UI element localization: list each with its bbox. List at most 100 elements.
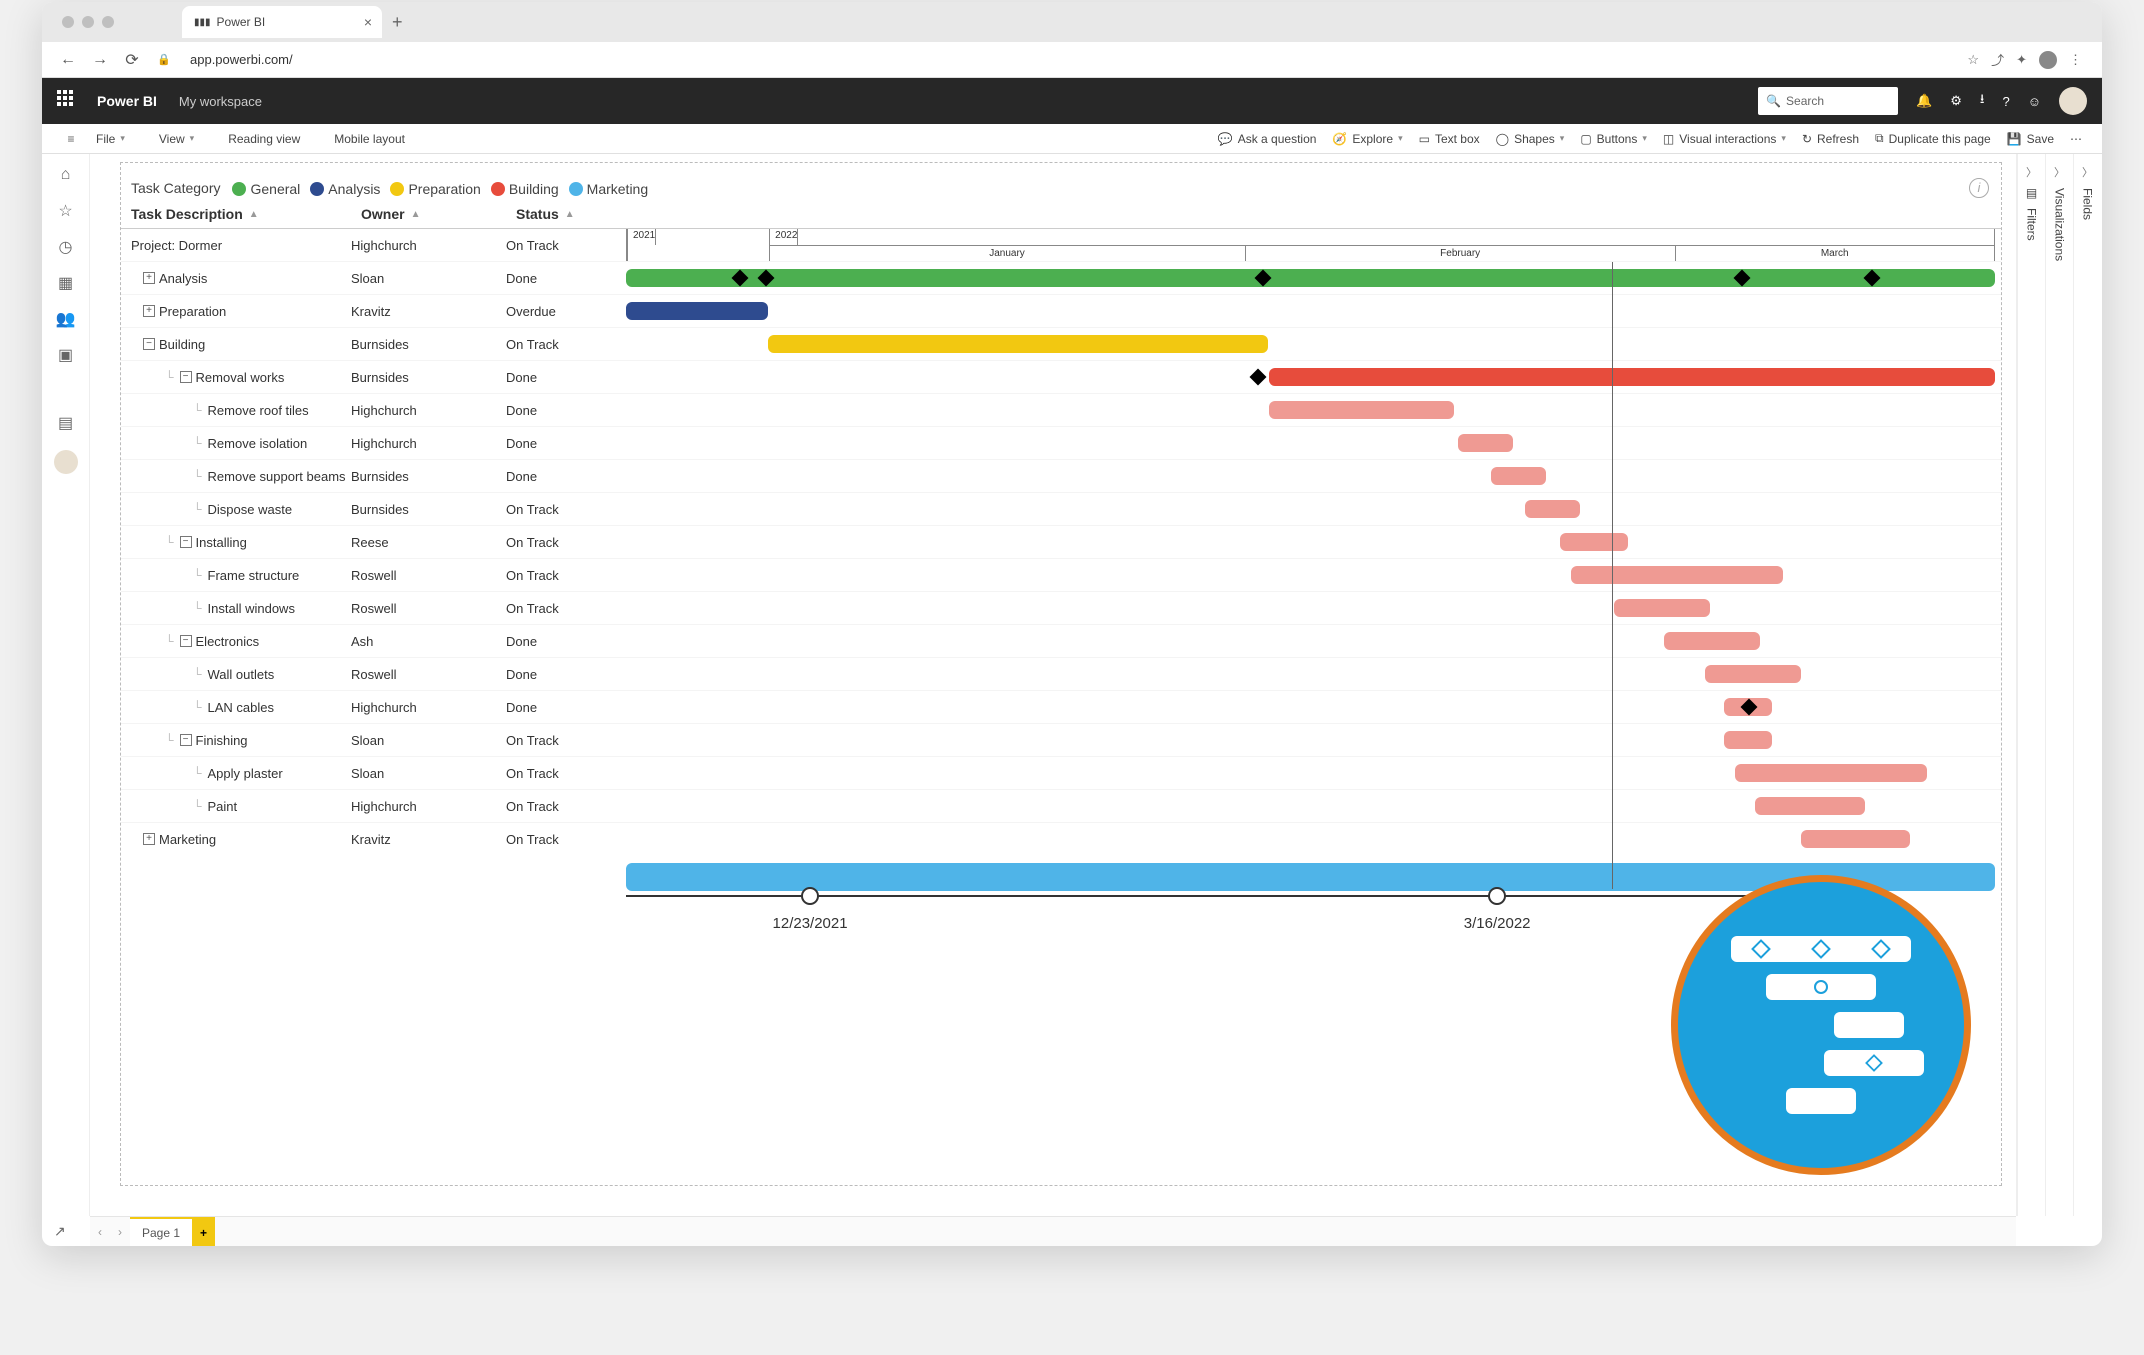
feedback-icon[interactable]: ☺ (2028, 94, 2041, 109)
browser-titlebar: ▮▮▮ Power BI × + (42, 2, 2102, 42)
gantt-bar[interactable] (1801, 830, 1911, 848)
shapes-menu[interactable]: ◯Shapes▾ (1488, 132, 1573, 146)
share-icon[interactable]: ⤴ (1991, 50, 2004, 69)
menu-icon[interactable]: ⋮ (2069, 52, 2082, 68)
task-row[interactable]: Project: DormerHighchurchOn Track (121, 228, 2001, 261)
expand-toggle[interactable]: − (143, 338, 155, 350)
explore-menu[interactable]: 🧭Explore▾ (1324, 132, 1410, 146)
legend-item[interactable]: Marketing (569, 181, 648, 197)
download-icon[interactable]: ⭳ (1980, 90, 1985, 112)
new-tab-button[interactable]: + (392, 12, 403, 33)
workspaces-icon[interactable]: ▣ (57, 346, 75, 364)
status-cell: On Track (506, 766, 616, 781)
more-menu[interactable]: ⋯ (2062, 132, 2090, 146)
gantt-bar[interactable] (1571, 566, 1783, 584)
legend-item[interactable]: Preparation (390, 181, 480, 197)
gantt-bar[interactable] (1560, 533, 1628, 551)
save-button[interactable]: 💾Save (1999, 132, 2062, 146)
profile-icon[interactable] (2039, 51, 2057, 69)
back-button[interactable]: ← (56, 51, 80, 69)
expand-toggle[interactable]: + (143, 833, 155, 845)
next-page-button[interactable]: › (110, 1225, 130, 1239)
task-name: Electronics (196, 634, 260, 649)
legend-item[interactable]: Analysis (310, 181, 380, 197)
mobile-layout-button[interactable]: Mobile layout (326, 132, 413, 146)
home-icon[interactable]: ⌂ (57, 166, 75, 184)
duplicate-page-button[interactable]: ⧉Duplicate this page (1867, 131, 1999, 146)
gantt-bar[interactable] (1269, 401, 1454, 419)
gantt-bar[interactable] (1724, 731, 1772, 749)
gantt-bar[interactable] (626, 269, 1995, 287)
gantt-bar[interactable] (1269, 368, 1995, 386)
star-icon[interactable]: ☆ (1967, 52, 1979, 68)
legend-item[interactable]: Building (491, 181, 559, 197)
status-cell: Done (506, 403, 616, 418)
view-menu[interactable]: View▾ (151, 132, 202, 146)
gantt-bar[interactable] (768, 335, 1268, 353)
visual-interactions-menu[interactable]: ◫Visual interactions▾ (1655, 132, 1794, 146)
extensions-icon[interactable]: ✦ (2016, 52, 2027, 68)
ask-question-button[interactable]: 💬Ask a question (1210, 132, 1325, 146)
gantt-bar[interactable] (1705, 665, 1801, 683)
rail-avatar[interactable] (54, 450, 78, 474)
browser-tab[interactable]: ▮▮▮ Power BI × (182, 6, 382, 38)
shared-icon[interactable]: 👥 (57, 310, 75, 328)
reload-button[interactable]: ⟳ (120, 50, 144, 70)
traffic-light-close[interactable] (62, 16, 74, 28)
col-task-header[interactable]: Task Description▲ (131, 206, 361, 222)
settings-icon[interactable]: ⚙ (1950, 93, 1962, 109)
buttons-menu[interactable]: ▢Buttons▾ (1572, 132, 1655, 146)
traffic-light-max[interactable] (102, 16, 114, 28)
expand-toggle[interactable]: − (180, 536, 192, 548)
workspace-crumb[interactable]: My workspace (179, 94, 262, 109)
slider-handle-to[interactable] (1488, 887, 1506, 905)
notifications-icon[interactable]: 🔔 (1916, 93, 1932, 109)
milestone-diamond[interactable] (1250, 369, 1267, 386)
reading-view-button[interactable]: Reading view (220, 132, 308, 146)
visual-container[interactable]: Task Category GeneralAnalysisPreparation… (120, 162, 2002, 1186)
apps-icon[interactable]: ▦ (57, 274, 75, 292)
gantt-bar[interactable] (1525, 500, 1580, 518)
info-icon[interactable]: i (1969, 178, 1989, 198)
expand-toggle[interactable]: + (143, 272, 155, 284)
col-owner-header[interactable]: Owner▲ (361, 206, 516, 222)
page-tab[interactable]: Page 1 (130, 1217, 192, 1246)
expand-nav-icon[interactable]: ↗ (54, 1223, 66, 1240)
status-cell: On Track (506, 502, 616, 517)
user-avatar[interactable] (2059, 87, 2087, 115)
forward-button[interactable]: → (88, 51, 112, 69)
url-text[interactable]: app.powerbi.com/ (190, 52, 1967, 67)
gantt-bar[interactable] (1755, 797, 1865, 815)
gantt-bar[interactable] (1491, 467, 1546, 485)
gantt-bar[interactable] (1458, 434, 1513, 452)
col-status-header[interactable]: Status▲ (516, 206, 626, 222)
gantt-bar[interactable] (1664, 632, 1760, 650)
app-brand[interactable]: Power BI (97, 93, 157, 109)
gantt-bar[interactable] (626, 302, 768, 320)
traffic-light-min[interactable] (82, 16, 94, 28)
expand-toggle[interactable]: − (180, 371, 192, 383)
visualizations-panel-collapsed[interactable]: 〉Visualizations (2045, 154, 2073, 1216)
file-menu[interactable]: File▾ (88, 132, 133, 146)
close-tab-icon[interactable]: × (364, 14, 372, 30)
gantt-bar[interactable] (1614, 599, 1710, 617)
expand-toggle[interactable]: − (180, 734, 192, 746)
help-icon[interactable]: ? (2002, 94, 2009, 109)
slider-handle-from[interactable] (801, 887, 819, 905)
recent-icon[interactable]: ◷ (57, 238, 75, 256)
add-page-button[interactable]: + (192, 1217, 215, 1246)
hamburger-icon[interactable]: ≡ (54, 132, 88, 146)
refresh-button[interactable]: ↻Refresh (1794, 132, 1867, 146)
expand-toggle[interactable]: + (143, 305, 155, 317)
app-launcher-icon[interactable] (57, 90, 79, 112)
gantt-bar[interactable] (1735, 764, 1927, 782)
textbox-button[interactable]: ▭Text box (1411, 132, 1488, 146)
fields-panel-collapsed[interactable]: 〉Fields (2073, 154, 2101, 1216)
deployment-icon[interactable]: ▤ (57, 414, 75, 432)
favorites-icon[interactable]: ☆ (57, 202, 75, 220)
legend-item[interactable]: General (232, 181, 300, 197)
search-input[interactable]: 🔍Search (1758, 87, 1898, 115)
prev-page-button[interactable]: ‹ (90, 1225, 110, 1239)
expand-toggle[interactable]: − (180, 635, 192, 647)
filters-panel-collapsed[interactable]: 〉▤Filters (2017, 154, 2045, 1216)
